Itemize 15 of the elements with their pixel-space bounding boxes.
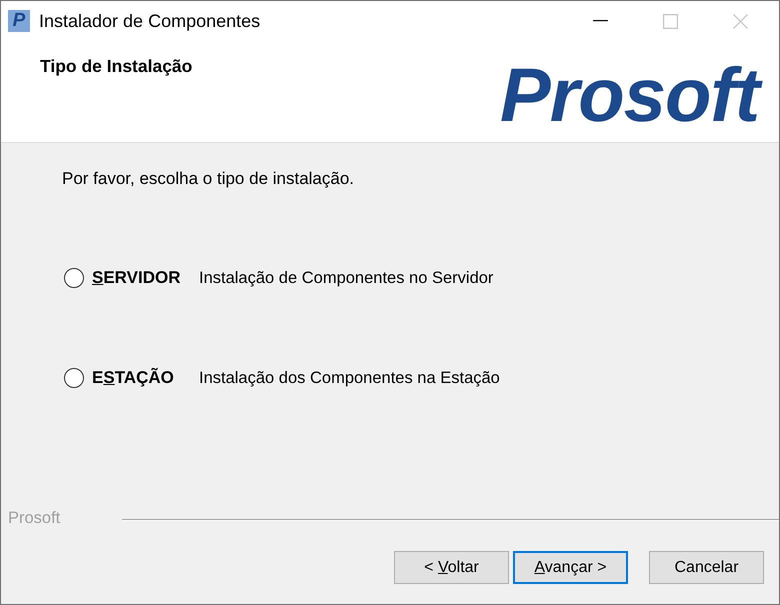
- option-description: Instalação de Componentes no Servidor: [199, 268, 494, 289]
- dialog-button[interactable]: Avançar >: [513, 551, 628, 584]
- app-icon: P: [8, 10, 30, 32]
- page-heading: Tipo de Instalação: [40, 55, 192, 78]
- footer-brand: Prosoft: [8, 508, 60, 529]
- window-title: Instalador de Componentes: [39, 10, 260, 33]
- radio-icon[interactable]: [64, 268, 84, 288]
- radio-icon[interactable]: [64, 368, 84, 388]
- option-description: Instalação dos Componentes na Estação: [199, 368, 500, 389]
- logo-wordmark: Prosoft: [500, 58, 765, 134]
- dialog-button[interactable]: < Voltar: [394, 551, 509, 584]
- radio-option[interactable]: SERVIDOR: [62, 265, 199, 291]
- instruction-text: Por favor, escolha o tipo de instalação.: [62, 169, 354, 189]
- radio-option[interactable]: ESTAÇÃO: [62, 365, 199, 391]
- dialog-button[interactable]: Cancelar: [649, 551, 764, 584]
